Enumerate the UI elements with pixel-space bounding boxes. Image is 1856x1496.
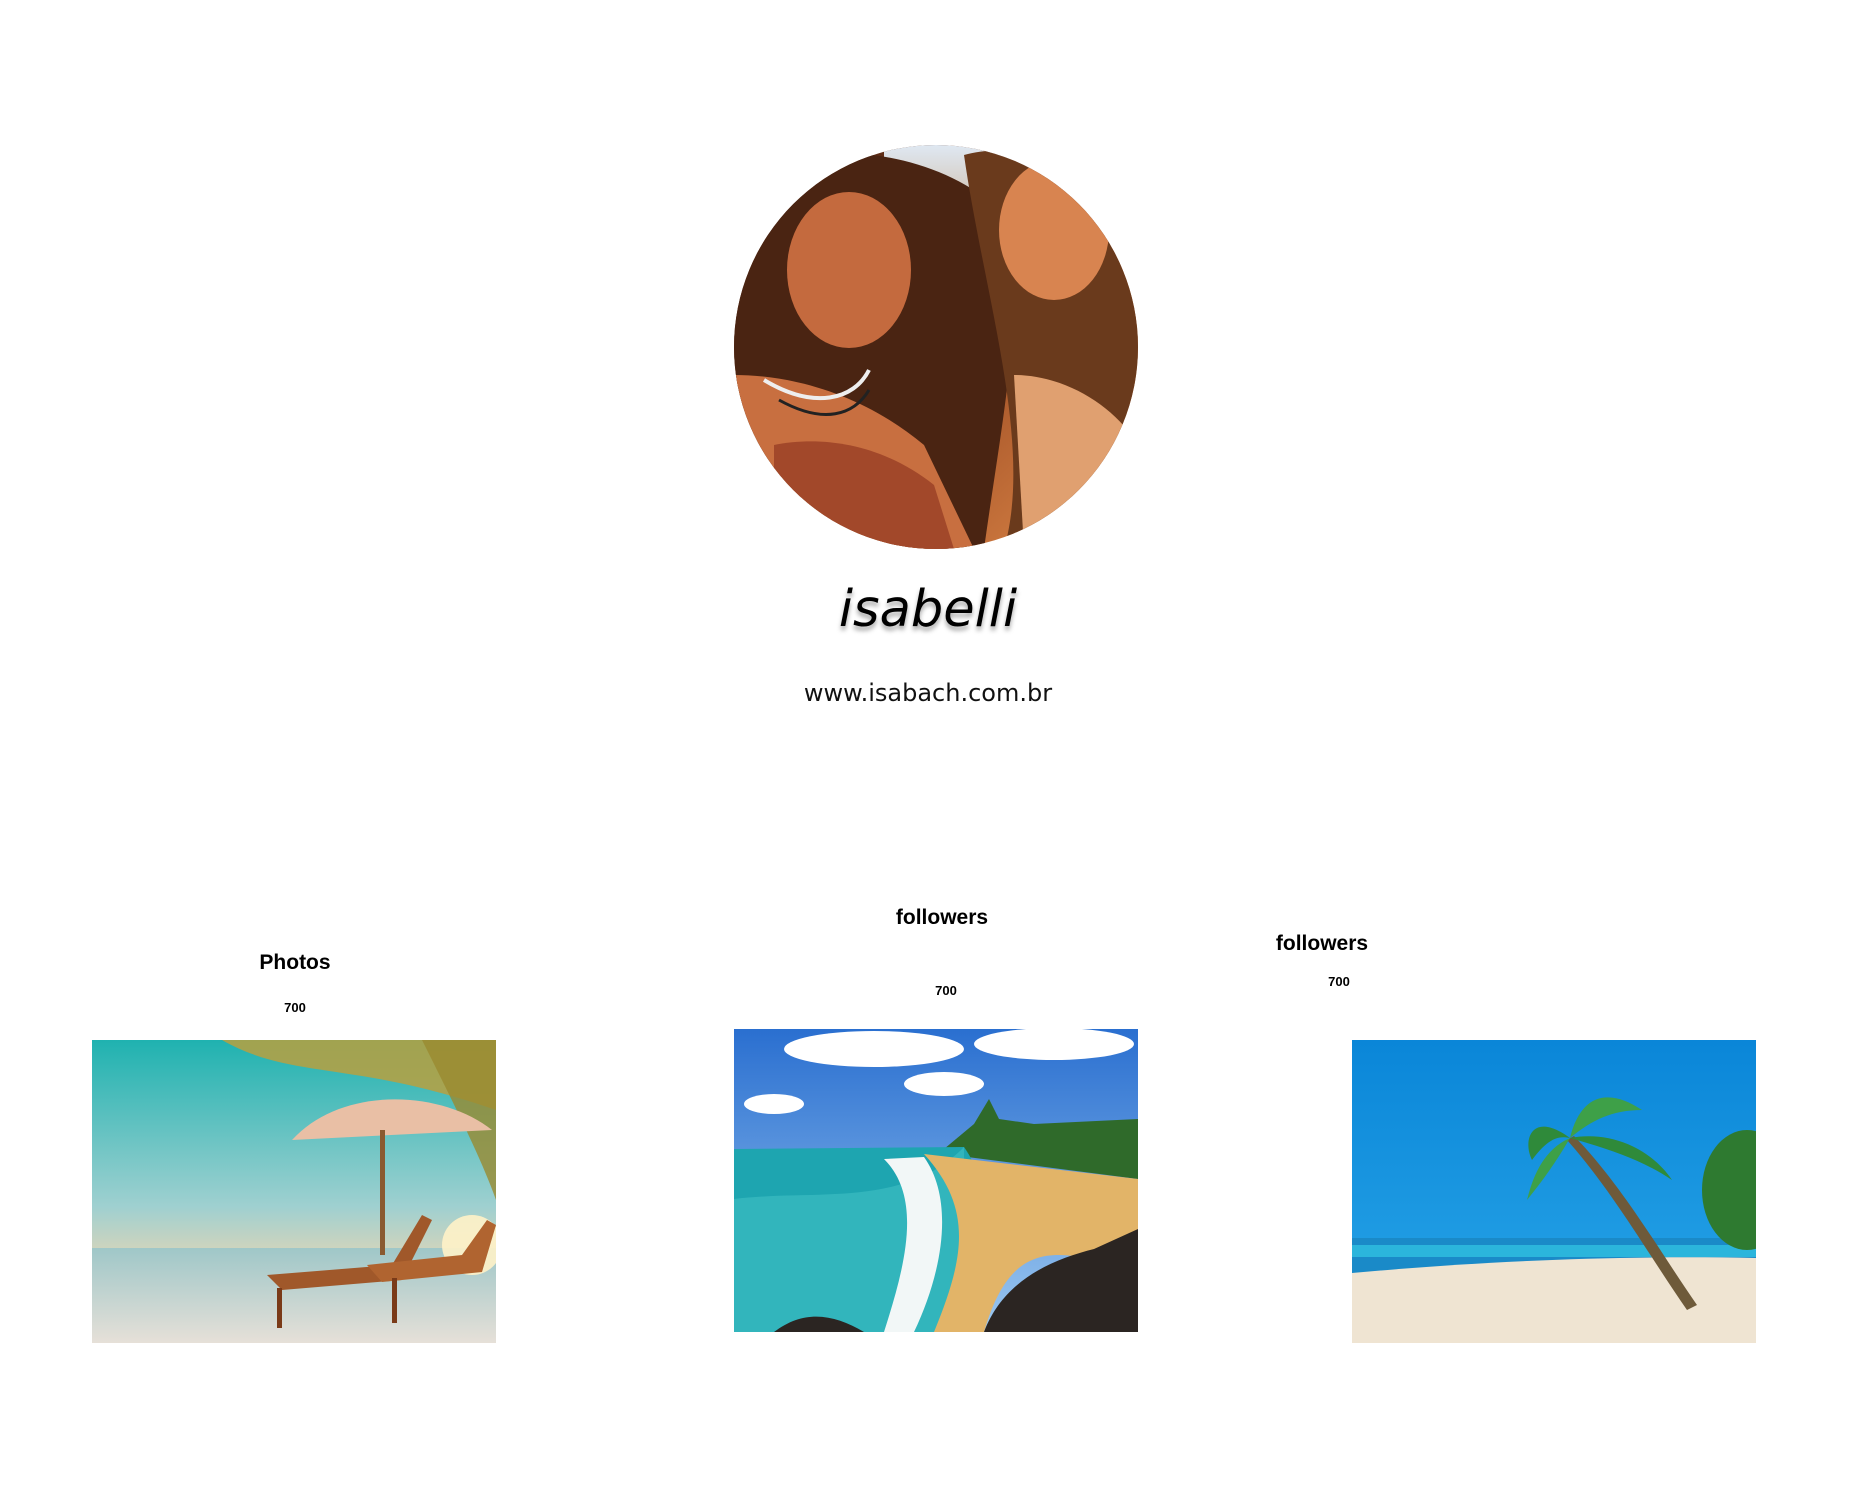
stat-followers-label-2: followers bbox=[1275, 932, 1369, 955]
profile-avatar[interactable] bbox=[734, 145, 1138, 549]
gallery-photo-2[interactable] bbox=[734, 1029, 1138, 1332]
stat-followers-label: followers bbox=[895, 906, 989, 929]
beach-umbrella-photo-icon bbox=[92, 1040, 496, 1343]
gallery-photo-1[interactable] bbox=[92, 1040, 496, 1343]
profile-name: isabelli bbox=[838, 580, 1018, 639]
stat-followers-value: 700 bbox=[935, 983, 957, 998]
palm-tree-beach-photo-icon bbox=[1352, 1040, 1756, 1343]
profile-photo-icon bbox=[734, 145, 1138, 549]
coastline-photo-icon bbox=[734, 1029, 1138, 1332]
gallery-photo-3[interactable] bbox=[1352, 1040, 1756, 1343]
stat-followers-value-2: 700 bbox=[1328, 974, 1350, 989]
profile-website-link[interactable]: www.isabach.com.br bbox=[728, 676, 1128, 710]
stat-photos-value: 700 bbox=[284, 1000, 306, 1015]
stat-photos-label: Photos bbox=[259, 951, 331, 974]
